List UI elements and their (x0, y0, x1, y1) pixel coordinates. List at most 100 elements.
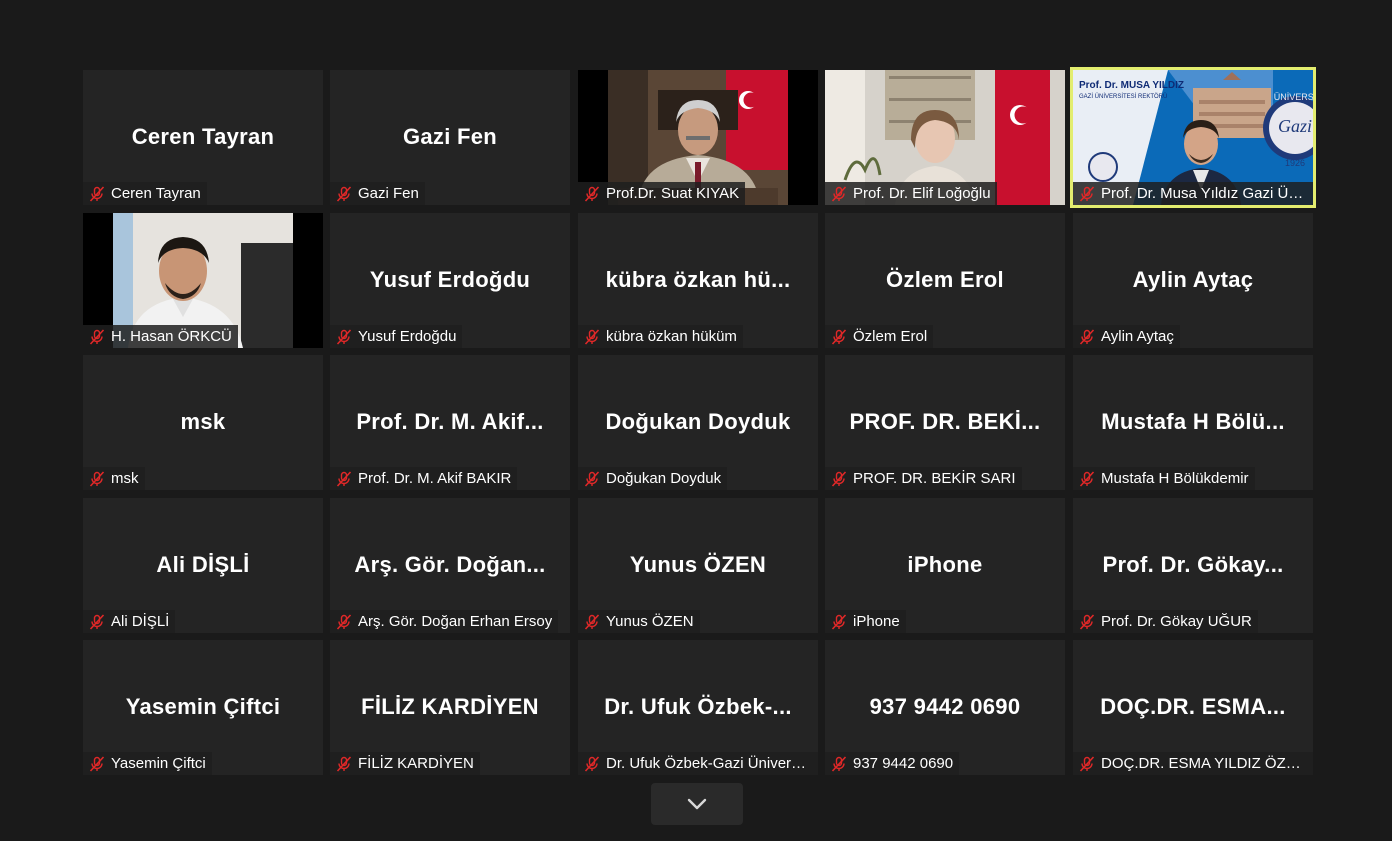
participant-tile[interactable]: Prof. Dr. Gökay... Prof. Dr. Gökay UĞUR (1073, 498, 1313, 633)
mic-muted-icon (89, 328, 105, 345)
participant-name: Özlem Erol (853, 328, 928, 345)
participant-tile[interactable]: FİLİZ KARDİYEN FİLİZ KARDİYEN (330, 640, 570, 775)
participant-name-label: FİLİZ KARDİYEN (330, 752, 480, 775)
participant-tile[interactable]: Arş. Gör. Doğan... Arş. Gör. Doğan Erhan… (330, 498, 570, 633)
show-more-participants-button[interactable] (651, 783, 743, 825)
mic-muted-icon (1079, 755, 1095, 772)
participant-name-label: Prof. Dr. Gökay UĞUR (1073, 610, 1258, 633)
participant-display-name: 937 9442 0690 (869, 694, 1021, 719)
participant-name: 937 9442 0690 (853, 755, 954, 772)
participant-tile[interactable]: Mustafa H Bölü... Mustafa H Bölükdemir (1073, 355, 1313, 490)
participant-name-label: DOÇ.DR. ESMA YILDIZ ÖZKAN (1073, 752, 1313, 775)
participant-name-label: Özlem Erol (825, 325, 934, 348)
participant-name-label: Doğukan Doyduk (578, 467, 728, 490)
participant-tile[interactable]: H. Hasan ÖRKCÜ (83, 213, 323, 348)
participant-name-label: Dr. Ufuk Özbek-Gazi Üniversitesi (578, 752, 818, 775)
participant-name-label: H. Hasan ÖRKCÜ (83, 325, 238, 348)
participant-display-name: Gazi Fen (402, 124, 498, 149)
participant-name: Prof. Dr. Gökay UĞUR (1101, 613, 1252, 630)
participant-tile[interactable]: 937 9442 0690 937 9442 0690 (825, 640, 1065, 775)
mic-muted-icon (831, 755, 847, 772)
mic-muted-icon (89, 185, 105, 202)
participant-grid: Ceren Tayran Ceren Tayran Gazi Fen Gazi F… (0, 0, 1392, 841)
participant-name-label: Mustafa H Bölükdemir (1073, 467, 1255, 490)
participant-tile[interactable]: kübra özkan hü... kübra özkan hüküm (578, 213, 818, 348)
participant-display-name: Ali DİŞLİ (156, 552, 250, 577)
mic-muted-icon (831, 613, 847, 630)
participant-tile[interactable]: Ceren Tayran Ceren Tayran (83, 70, 323, 205)
participant-tile[interactable]: Aylin Aytaç Aylin Aytaç (1073, 213, 1313, 348)
participant-tile[interactable]: Gazi ÜNİVERSİ 1926 Prof. Dr. MUSA YILDIZ… (1070, 67, 1316, 208)
mic-muted-icon (831, 470, 847, 487)
participant-name: DOÇ.DR. ESMA YILDIZ ÖZKAN (1101, 755, 1307, 772)
participant-display-name: iPhone (907, 552, 983, 577)
participant-display-name: Ceren Tayran (131, 124, 275, 149)
participant-tile[interactable]: msk msk (83, 355, 323, 490)
participant-tile[interactable]: Yusuf Erdoğdu Yusuf Erdoğdu (330, 213, 570, 348)
banner-title: Prof. Dr. MUSA YILDIZ (1079, 80, 1184, 91)
participant-name-label: Aylin Aytaç (1073, 325, 1180, 348)
participant-display-name: DOÇ.DR. ESMA... (1100, 694, 1286, 719)
mic-muted-icon (89, 470, 105, 487)
participant-name-label: Yasemin Çiftci (83, 752, 212, 775)
participant-display-name: Özlem Erol (886, 267, 1004, 292)
participant-display-name: msk (180, 409, 226, 434)
participant-name-label: 937 9442 0690 (825, 752, 960, 775)
participant-name: Dr. Ufuk Özbek-Gazi Üniversitesi (606, 755, 812, 772)
svg-text:Gazi: Gazi (1278, 116, 1312, 136)
participant-display-name: kübra özkan hü... (605, 267, 791, 292)
participant-name-label: Prof. Dr. Musa Yıldız Gazi Üniversitesi … (1073, 182, 1313, 205)
participant-name: Yasemin Çiftci (111, 755, 206, 772)
participant-name-label: Gazi Fen (330, 182, 425, 205)
participant-name-label: Ceren Tayran (83, 182, 207, 205)
mic-muted-icon (1079, 328, 1095, 345)
participant-display-name: Prof. Dr. Gökay... (1102, 552, 1284, 577)
participant-tile[interactable]: Dr. Ufuk Özbek-... Dr. Ufuk Özbek-Gazi Ü… (578, 640, 818, 775)
participant-display-name: PROF. DR. BEKİ... (849, 409, 1041, 434)
participant-tile[interactable]: PROF. DR. BEKİ... PROF. DR. BEKİR SARI (825, 355, 1065, 490)
participant-name: kübra özkan hüküm (606, 328, 737, 345)
participant-tile[interactable]: iPhone iPhone (825, 498, 1065, 633)
mic-muted-icon (584, 185, 600, 202)
participant-name-label: Yunus ÖZEN (578, 610, 700, 633)
mic-muted-icon (336, 755, 352, 772)
participant-name-label: msk (83, 467, 145, 490)
participant-name: Aylin Aytaç (1101, 328, 1174, 345)
mic-muted-icon (584, 755, 600, 772)
banner-year: 1926 (1285, 158, 1305, 168)
mic-muted-icon (584, 470, 600, 487)
participant-name: msk (111, 470, 139, 487)
mic-muted-icon (831, 328, 847, 345)
participant-name: Gazi Fen (358, 185, 419, 202)
participant-tile[interactable]: Özlem Erol Özlem Erol (825, 213, 1065, 348)
participant-tile[interactable]: Doğukan Doyduk Doğukan Doyduk (578, 355, 818, 490)
participant-name-label: Prof. Dr. M. Akif BAKIR (330, 467, 518, 490)
participant-tile[interactable]: Yunus ÖZEN Yunus ÖZEN (578, 498, 818, 633)
mic-muted-icon (1079, 470, 1095, 487)
participant-name: Prof.Dr. Suat KIYAK (606, 185, 740, 202)
participant-tile[interactable]: Ali DİŞLİ Ali DİŞLİ (83, 498, 323, 633)
participant-tile[interactable]: DOÇ.DR. ESMA... DOÇ.DR. ESMA YILDIZ ÖZKA… (1073, 640, 1313, 775)
participant-name-label: Yusuf Erdoğdu (330, 325, 463, 348)
mic-muted-icon (336, 328, 352, 345)
participant-name-label: Ali DİŞLİ (83, 610, 176, 633)
participant-display-name: Yusuf Erdoğdu (369, 267, 531, 292)
participant-tile[interactable]: Prof. Dr. M. Akif... Prof. Dr. M. Akif B… (330, 355, 570, 490)
participant-name-label: PROF. DR. BEKİR SARI (825, 467, 1022, 490)
participant-tile[interactable]: Prof.Dr. Suat KIYAK (578, 70, 818, 205)
banner-sub: GAZİ ÜNİVERSİTESİ REKTÖRÜ (1079, 93, 1167, 100)
mic-muted-icon (89, 613, 105, 630)
mic-muted-icon (1079, 613, 1095, 630)
participant-tile[interactable]: Gazi Fen Gazi Fen (330, 70, 570, 205)
participant-name: FİLİZ KARDİYEN (358, 755, 474, 772)
participant-tile[interactable]: Yasemin Çiftci Yasemin Çiftci (83, 640, 323, 775)
participant-tile[interactable]: Prof. Dr. Elif Loğoğlu (825, 70, 1065, 205)
participant-display-name: Arş. Gör. Doğan... (354, 552, 546, 577)
participant-display-name: Yasemin Çiftci (125, 694, 281, 719)
participant-display-name: Doğukan Doyduk (605, 409, 791, 434)
participant-display-name: FİLİZ KARDİYEN (361, 694, 539, 719)
participant-name-label: Prof.Dr. Suat KIYAK (578, 182, 746, 205)
participant-display-name: Aylin Aytaç (1132, 267, 1254, 292)
mic-muted-icon (584, 328, 600, 345)
chevron-down-icon (687, 798, 707, 810)
